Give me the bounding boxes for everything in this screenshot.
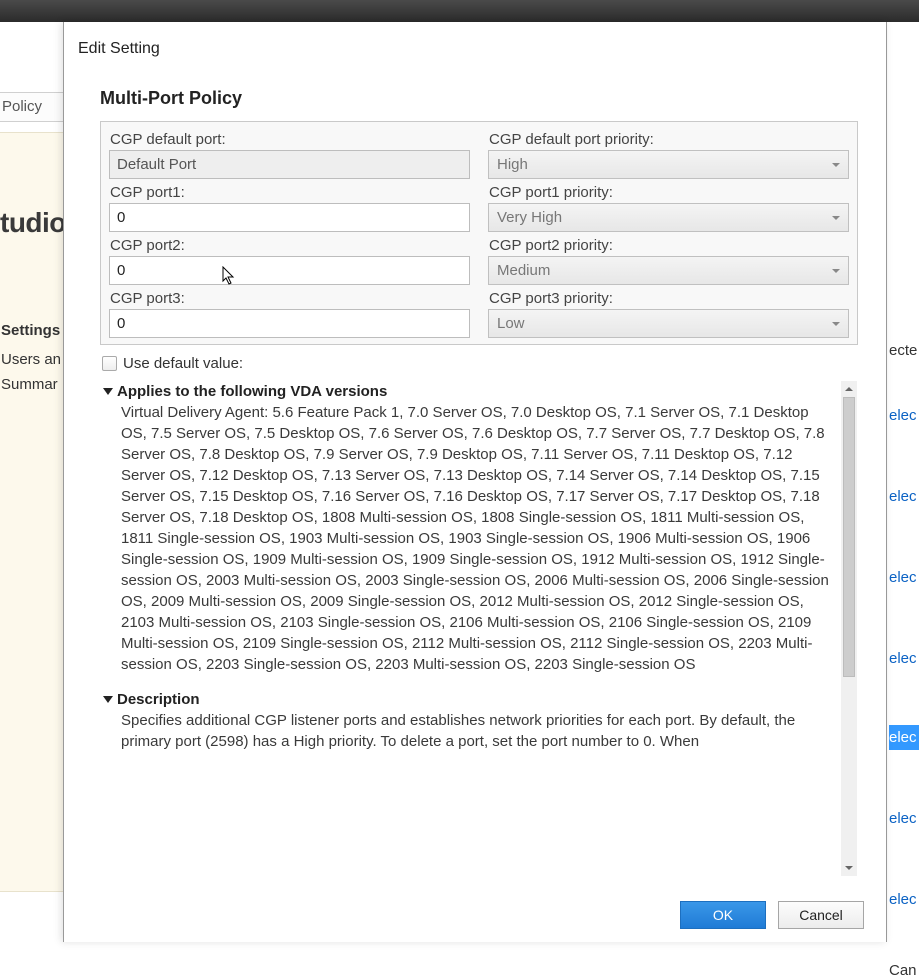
applies-body: Virtual Delivery Agent: 5.6 Feature Pack… bbox=[101, 402, 837, 679]
dialog-footer: OK Cancel bbox=[64, 887, 886, 942]
description-expander[interactable]: Description bbox=[101, 689, 837, 710]
right-label: ecte bbox=[889, 342, 919, 359]
cgp-default-port-input[interactable]: Default Port bbox=[109, 150, 470, 179]
use-default-label: Use default value: bbox=[123, 355, 243, 372]
cgp-default-priority-label: CGP default port priority: bbox=[488, 128, 849, 150]
right-link[interactable]: elec bbox=[889, 891, 919, 908]
cgp-port3-priority-label: CGP port3 priority: bbox=[488, 287, 849, 309]
cgp-default-port-label: CGP default port: bbox=[109, 128, 470, 150]
scroll-thumb[interactable] bbox=[843, 397, 855, 677]
description-header-text: Description bbox=[117, 691, 200, 708]
cgp-port3-priority-select[interactable]: Low bbox=[488, 309, 849, 338]
cgp-port1-priority-label: CGP port1 priority: bbox=[488, 181, 849, 203]
select-value: Very High bbox=[497, 209, 562, 226]
cgp-port2-priority-select[interactable]: Medium bbox=[488, 256, 849, 285]
applies-section: Applies to the following VDA versions Vi… bbox=[101, 381, 837, 679]
use-default-checkbox[interactable] bbox=[102, 356, 117, 371]
right-label-can: Can bbox=[889, 962, 919, 979]
caret-down-icon bbox=[103, 696, 113, 703]
cgp-port2-label: CGP port2: bbox=[109, 234, 470, 256]
left-nav-summary[interactable]: Summar bbox=[0, 376, 66, 393]
vertical-scrollbar[interactable] bbox=[841, 381, 857, 876]
chevron-down-icon bbox=[832, 322, 840, 326]
cgp-port1-input[interactable]: 0 bbox=[109, 203, 470, 232]
left-panel-bg bbox=[0, 132, 66, 892]
section-heading: Multi-Port Policy bbox=[100, 88, 858, 109]
dialog-title: Edit Setting bbox=[64, 22, 886, 64]
chevron-down-icon bbox=[832, 163, 840, 167]
applies-expander[interactable]: Applies to the following VDA versions bbox=[101, 381, 837, 402]
chevron-down-icon bbox=[832, 269, 840, 273]
left-nav-header[interactable]: Settings bbox=[0, 322, 66, 339]
select-value: High bbox=[497, 156, 528, 173]
tab-policy[interactable]: Policy bbox=[0, 92, 65, 122]
cancel-button[interactable]: Cancel bbox=[778, 901, 864, 929]
left-nav-users[interactable]: Users an bbox=[0, 351, 66, 368]
right-link[interactable]: elec bbox=[889, 569, 919, 586]
right-link[interactable]: elec bbox=[889, 810, 919, 827]
details-scroll-panel: Applies to the following VDA versions Vi… bbox=[100, 380, 858, 877]
cgp-port1-label: CGP port1: bbox=[109, 181, 470, 203]
right-link[interactable]: elec bbox=[889, 488, 919, 505]
right-link[interactable]: elec bbox=[889, 407, 919, 424]
right-panel: ecte elec elec elec elec elec elec elec … bbox=[889, 122, 919, 892]
select-value: Low bbox=[497, 315, 525, 332]
window-titlebar bbox=[0, 0, 919, 22]
description-body: Specifies additional CGP listener ports … bbox=[101, 710, 837, 756]
right-link-selected[interactable]: elec bbox=[889, 725, 919, 750]
studio-heading: tudio bbox=[0, 207, 66, 239]
cgp-default-priority-select[interactable]: High bbox=[488, 150, 849, 179]
cgp-port2-input[interactable]: 0 bbox=[109, 256, 470, 285]
scroll-down-button[interactable] bbox=[841, 860, 857, 876]
edit-setting-dialog: Edit Setting Multi-Port Policy CGP defau… bbox=[63, 22, 887, 942]
chevron-down-icon bbox=[832, 216, 840, 220]
select-value: Medium bbox=[497, 262, 550, 279]
left-nav: Settings Users an Summar bbox=[0, 322, 66, 401]
scroll-up-button[interactable] bbox=[841, 381, 857, 397]
cgp-port3-label: CGP port3: bbox=[109, 287, 470, 309]
right-link[interactable]: elec bbox=[889, 650, 919, 667]
cgp-port2-priority-label: CGP port2 priority: bbox=[488, 234, 849, 256]
caret-down-icon bbox=[103, 388, 113, 395]
cgp-port1-priority-select[interactable]: Very High bbox=[488, 203, 849, 232]
port-settings-group: CGP default port: Default Port CGP defau… bbox=[100, 121, 858, 345]
description-section: Description Specifies additional CGP lis… bbox=[101, 689, 837, 756]
use-default-row: Use default value: bbox=[102, 355, 858, 372]
cgp-port3-input[interactable]: 0 bbox=[109, 309, 470, 338]
applies-header-text: Applies to the following VDA versions bbox=[117, 383, 387, 400]
ok-button[interactable]: OK bbox=[680, 901, 766, 929]
